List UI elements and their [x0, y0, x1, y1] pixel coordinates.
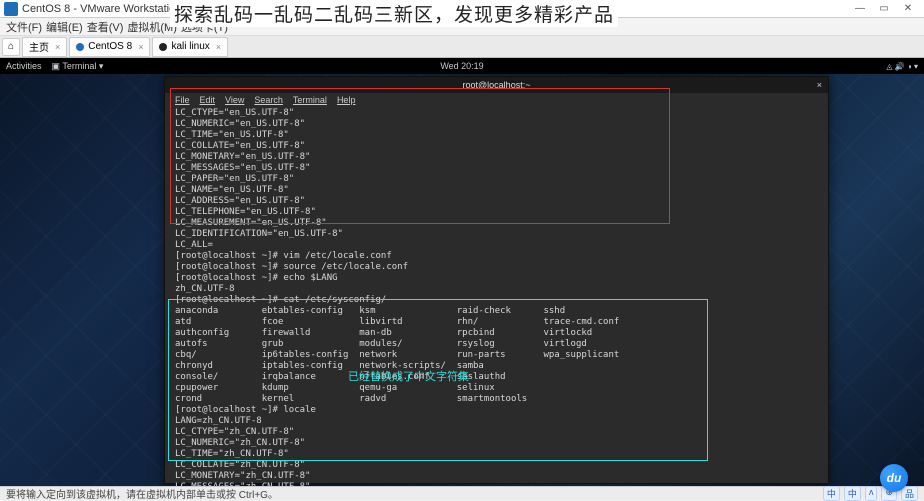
term-menu-help[interactable]: Help [337, 95, 356, 105]
host-statusbar: 要将输入定向到该虚拟机，请在虚拟机内部单击或按 Ctrl+G。 中 中 ʌ ⊕ … [0, 486, 924, 500]
terminal-titlebar[interactable]: root@localhost:~ × [165, 77, 828, 93]
baidu-float-icon[interactable]: du [880, 464, 908, 492]
home-tab-icon[interactable]: ⌂ [2, 38, 20, 56]
clock[interactable]: Wed 20:19 [440, 61, 483, 71]
term-menu-view[interactable]: View [225, 95, 244, 105]
menu-view[interactable]: 查看(V) [87, 19, 124, 35]
tab-kali[interactable]: kali linux × [152, 37, 228, 57]
terminal-window[interactable]: root@localhost:~ × File Edit View Search… [164, 76, 829, 484]
terminal-title: root@localhost:~ [463, 80, 531, 90]
guest-desktop[interactable]: Activities ▣ Terminal ▾ Wed 20:19 ◬ 🔊 ◑ … [0, 58, 924, 486]
maximize-button[interactable]: ▭ [872, 3, 896, 14]
vm-tabbar: ⌂ 主页 × CentOS 8 × kali linux × [0, 36, 924, 58]
vm-icon [76, 43, 84, 51]
vm-icon [159, 43, 167, 51]
close-button[interactable]: ✕ [896, 3, 920, 14]
term-menu-search[interactable]: Search [254, 95, 283, 105]
term-menu-file[interactable]: File [175, 95, 190, 105]
terminal-body[interactable]: LC_CTYPE="en_US.UTF-8" LC_NUMERIC="en_US… [165, 107, 828, 486]
tab-label: kali linux [171, 41, 209, 52]
term-menu-edit[interactable]: Edit [200, 95, 216, 105]
tab-label: CentOS 8 [88, 41, 132, 52]
close-icon[interactable]: × [55, 42, 60, 52]
gnome-topbar: Activities ▣ Terminal ▾ Wed 20:19 ◬ 🔊 ◑ … [0, 58, 924, 74]
overlay-banner: 探索乱码一乱码二乱码三新区，发现更多精彩产品 [170, 0, 618, 27]
ime-tray[interactable]: 中 中 ʌ ⊕ 品 [823, 486, 918, 501]
close-icon[interactable]: × [216, 42, 221, 52]
terminal-menubar: File Edit View Search Terminal Help [165, 93, 828, 107]
tab-label: 主页 [29, 39, 49, 54]
app-menu[interactable]: ▣ Terminal ▾ [52, 61, 104, 72]
tab-centos[interactable]: CentOS 8 × [69, 37, 150, 57]
tab-home[interactable]: 主页 × [22, 37, 67, 57]
system-tray[interactable]: ◬ 🔊 ◑ ▾ [886, 62, 918, 71]
menu-edit[interactable]: 编辑(E) [46, 19, 83, 35]
menu-file[interactable]: 文件(F) [6, 19, 42, 35]
term-menu-terminal[interactable]: Terminal [293, 95, 327, 105]
status-hint: 要将输入定向到该虚拟机，请在虚拟机内部单击或按 Ctrl+G。 [6, 486, 278, 501]
activities-button[interactable]: Activities [6, 61, 42, 72]
minimize-button[interactable]: — [848, 3, 872, 14]
close-icon[interactable]: × [138, 42, 143, 52]
vmware-icon [4, 2, 18, 16]
annotation-label: 已经替换成了中文字符集 [348, 368, 469, 384]
terminal-close-icon[interactable]: × [817, 80, 822, 90]
